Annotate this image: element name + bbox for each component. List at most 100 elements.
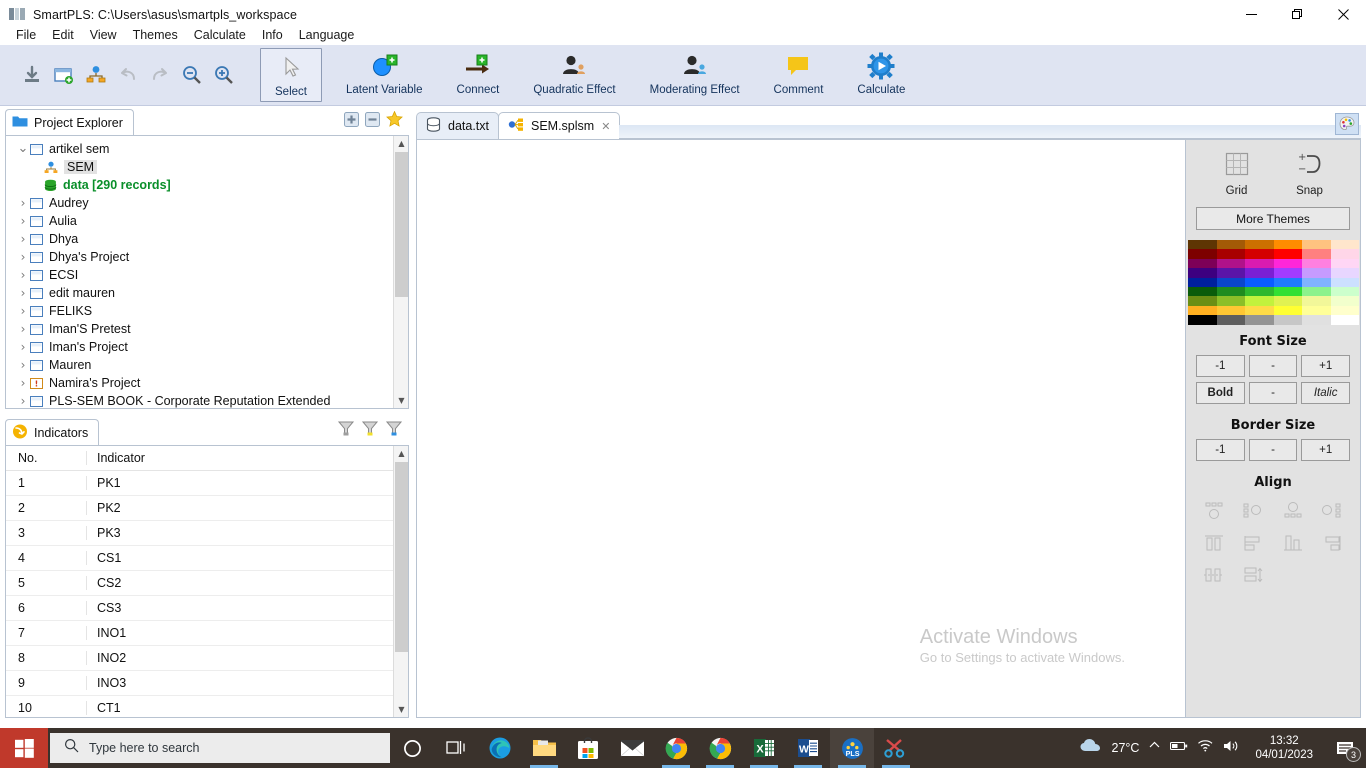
new-model-icon[interactable] (82, 60, 110, 90)
color-swatch[interactable] (1331, 259, 1360, 268)
tree-item[interactable]: ›Mauren (6, 356, 408, 374)
align-left-icon[interactable] (1238, 498, 1268, 524)
tool-calculate-button[interactable]: Calculate (847, 47, 915, 103)
chevron-right-icon[interactable]: › (16, 196, 30, 210)
chevron-right-icon[interactable]: › (16, 358, 30, 372)
menu-view[interactable]: View (82, 26, 125, 44)
project-tree-scrollbar[interactable]: ▲ ▼ (393, 136, 408, 408)
tool-comment-button[interactable]: Comment (764, 47, 834, 103)
color-swatch[interactable] (1274, 296, 1303, 305)
mail-icon[interactable] (610, 728, 654, 768)
microsoft-excel-icon[interactable]: X (742, 728, 786, 768)
color-swatch[interactable] (1331, 240, 1360, 249)
tab-sem-splsm[interactable]: SEM.splsm ✕ (498, 112, 620, 139)
border-size-reset-button[interactable]: - (1249, 439, 1298, 461)
tab-indicators[interactable]: Indicators (5, 419, 99, 445)
color-swatch[interactable] (1274, 268, 1303, 277)
microsoft-word-icon[interactable]: W (786, 728, 830, 768)
chevron-right-icon[interactable]: › (16, 304, 30, 318)
color-swatch[interactable] (1245, 306, 1274, 315)
table-row[interactable]: 10CT1 (6, 696, 408, 718)
color-swatch[interactable] (1217, 249, 1246, 258)
color-swatch[interactable] (1245, 259, 1274, 268)
align-vertical-center-icon[interactable] (1199, 530, 1229, 556)
microsoft-edge-icon[interactable] (478, 728, 522, 768)
table-row[interactable]: 7INO1 (6, 621, 408, 646)
color-swatch[interactable] (1331, 278, 1360, 287)
scroll-thumb[interactable] (395, 152, 408, 297)
color-swatch[interactable] (1245, 278, 1274, 287)
chevron-right-icon[interactable]: › (16, 394, 30, 408)
file-explorer-icon[interactable] (522, 728, 566, 768)
color-swatch[interactable] (1274, 306, 1303, 315)
font-size-reset-button[interactable]: - (1249, 355, 1298, 377)
color-swatch[interactable] (1302, 268, 1331, 277)
bold-button[interactable]: Bold (1196, 382, 1245, 404)
tool-select-button[interactable]: Select (260, 48, 322, 102)
color-swatch[interactable] (1331, 287, 1360, 296)
taskbar-search-box[interactable]: Type here to search (50, 733, 390, 763)
filter-blue-icon[interactable] (385, 420, 403, 442)
wifi-icon[interactable] (1197, 739, 1214, 757)
tree-item[interactable]: ›edit mauren (6, 284, 408, 302)
distribute-vertical-icon[interactable] (1238, 562, 1268, 588)
color-swatch[interactable] (1302, 296, 1331, 305)
tree-item[interactable]: ›Dhya (6, 230, 408, 248)
model-canvas[interactable]: Activate Windows Go to Settings to activ… (417, 140, 1185, 717)
color-palette[interactable] (1188, 240, 1359, 325)
color-swatch[interactable] (1331, 268, 1360, 277)
distribute-horizontal-icon[interactable] (1199, 562, 1229, 588)
speaker-icon[interactable] (1223, 739, 1240, 758)
color-swatch[interactable] (1188, 249, 1217, 258)
color-swatch[interactable] (1217, 259, 1246, 268)
border-size-decrease-button[interactable]: -1 (1196, 439, 1245, 461)
chevron-up-icon[interactable] (1148, 739, 1161, 757)
color-swatch[interactable] (1302, 287, 1331, 296)
color-swatch[interactable] (1302, 315, 1331, 324)
tree-item[interactable]: ›ECSI (6, 266, 408, 284)
menu-calculate[interactable]: Calculate (186, 26, 254, 44)
align-top-icon[interactable] (1278, 498, 1308, 524)
font-size-increase-button[interactable]: +1 (1301, 355, 1350, 377)
import-data-icon[interactable] (18, 60, 46, 90)
font-style-reset-button[interactable]: - (1249, 382, 1298, 404)
snipping-tool-icon[interactable] (874, 728, 918, 768)
font-size-decrease-button[interactable]: -1 (1196, 355, 1245, 377)
indicators-scrollbar[interactable]: ▲ ▼ (393, 446, 408, 717)
more-themes-button[interactable]: More Themes (1196, 207, 1350, 230)
tree-item[interactable]: ›Iman'S Pretest (6, 320, 408, 338)
color-swatch[interactable] (1217, 268, 1246, 277)
tree-item[interactable]: data [290 records] (6, 176, 408, 194)
tab-data-txt[interactable]: data.txt (416, 112, 499, 139)
collapse-all-button[interactable] (365, 112, 380, 132)
color-swatch[interactable] (1217, 296, 1246, 305)
microsoft-store-icon[interactable] (566, 728, 610, 768)
color-swatch[interactable] (1331, 306, 1360, 315)
scroll-down-icon[interactable]: ▼ (394, 393, 409, 408)
tab-project-explorer[interactable]: Project Explorer (5, 109, 134, 135)
tree-item[interactable]: ⌄artikel sem (6, 140, 408, 158)
color-swatch[interactable] (1217, 287, 1246, 296)
smartpls-icon[interactable]: PLS (830, 728, 874, 768)
snap-button[interactable]: + − Snap (1279, 150, 1341, 197)
color-swatch[interactable] (1302, 259, 1331, 268)
color-swatch[interactable] (1188, 240, 1217, 249)
color-swatch[interactable] (1217, 306, 1246, 315)
color-swatch[interactable] (1245, 315, 1274, 324)
align-distribute-left-icon[interactable] (1238, 530, 1268, 556)
color-swatch[interactable] (1245, 249, 1274, 258)
color-swatch[interactable] (1217, 315, 1246, 324)
color-swatch[interactable] (1302, 240, 1331, 249)
color-swatch[interactable] (1217, 240, 1246, 249)
color-swatch[interactable] (1245, 268, 1274, 277)
favorite-button[interactable] (386, 111, 403, 132)
menu-language[interactable]: Language (291, 26, 363, 44)
border-size-increase-button[interactable]: +1 (1301, 439, 1350, 461)
tree-item[interactable]: ›Dhya's Project (6, 248, 408, 266)
table-row[interactable]: 2PK2 (6, 496, 408, 521)
notification-center-button[interactable]: 3 (1328, 728, 1362, 768)
color-swatch[interactable] (1188, 278, 1217, 287)
color-palette-button[interactable] (1335, 113, 1359, 135)
chevron-right-icon[interactable]: › (16, 268, 30, 282)
tree-item[interactable]: ›PLS-SEM BOOK - Corporate Reputation Ext… (6, 392, 408, 409)
